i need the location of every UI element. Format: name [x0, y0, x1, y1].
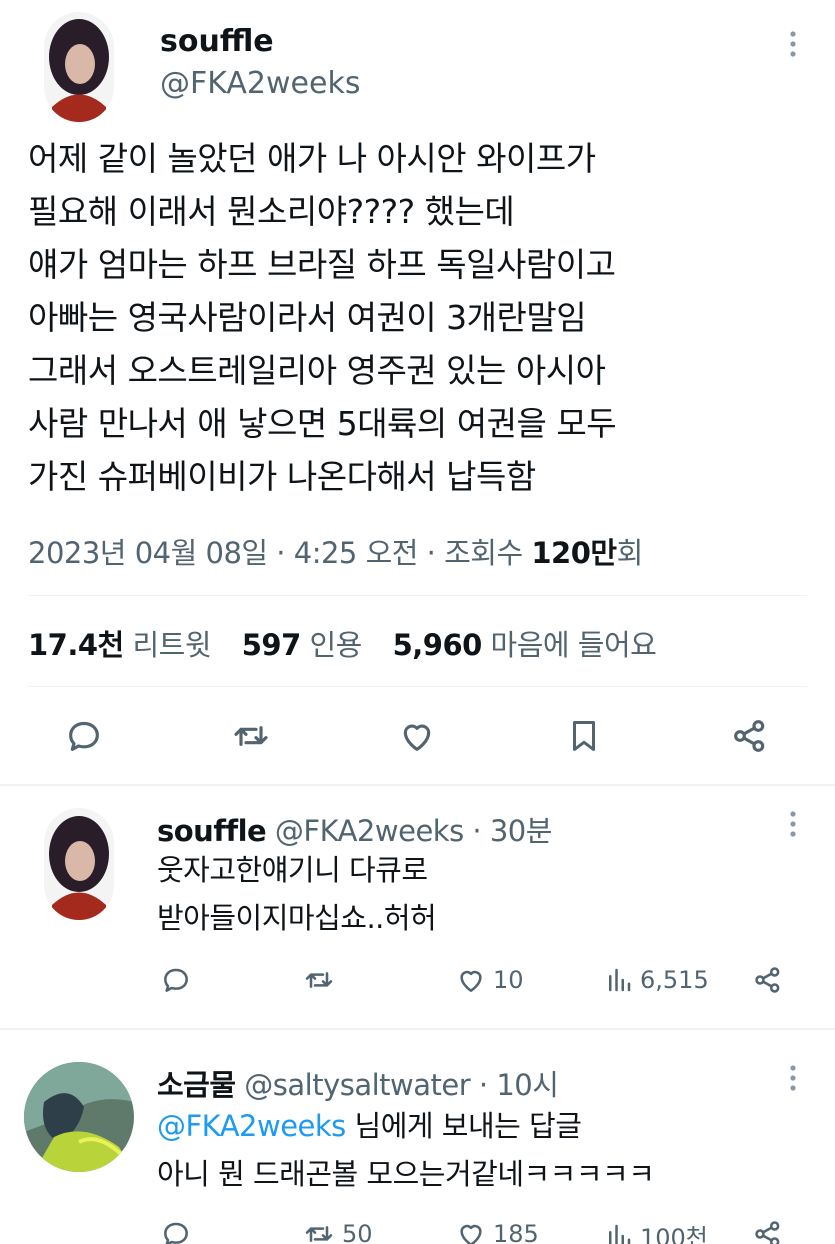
- more-icon[interactable]: [788, 30, 798, 65]
- share-icon[interactable]: [730, 716, 770, 760]
- tweet-line: 사람 만나서 애 낳으면 5대륙의 여권을 모두: [28, 404, 617, 443]
- tweet-line: 그래서 오스트레일리아 영주권 있는 아시아: [28, 351, 606, 390]
- views-icon: [604, 964, 634, 996]
- divider: [0, 784, 835, 786]
- more-icon[interactable]: [788, 810, 798, 845]
- more-icon[interactable]: [788, 1064, 798, 1099]
- author-handle[interactable]: @FKA2weeks: [160, 66, 360, 101]
- divider: [0, 1028, 835, 1030]
- like-icon: [455, 1218, 487, 1244]
- share-icon: [752, 1218, 784, 1244]
- tweet-meta: 2023년 04월 08일 · 4:25 오전 · 조회수 120만회: [28, 530, 643, 572]
- like-count: 185: [493, 1220, 539, 1244]
- share-button[interactable]: [752, 1218, 784, 1244]
- retweet-icon: [302, 1218, 336, 1244]
- like-count: 10: [493, 966, 524, 994]
- reply-line: 아니 뭔 드래곤볼 모으는거같네ㅋㅋㅋㅋㅋ: [157, 1157, 655, 1191]
- views-button[interactable]: 6,515: [604, 964, 709, 996]
- timestamp[interactable]: 2023년 04월 08일 · 4:25 오전 · 조회수: [28, 536, 531, 570]
- avatar[interactable]: [44, 808, 114, 920]
- reply-line: 웃자고한얘기니 다큐로: [157, 853, 428, 887]
- retweet-count: 50: [342, 1220, 373, 1244]
- views-count: 6,515: [640, 966, 709, 994]
- retweet-icon[interactable]: [230, 716, 272, 760]
- reply-header: 소금물 @saltysaltwater · 10시: [157, 1062, 559, 1104]
- reply-body: 웃자고한얘기니 다큐로 받아들이지마십쇼..허허: [157, 846, 437, 942]
- reply-icon[interactable]: [64, 716, 104, 760]
- reply-author-handle[interactable]: @saltysaltwater · 10시: [244, 1068, 559, 1102]
- views-count: 100천: [640, 1224, 708, 1244]
- reply-icon: [160, 1218, 192, 1244]
- reply-button[interactable]: [160, 964, 192, 996]
- reply-header: souffle @FKA2weeks · 30분: [157, 808, 552, 850]
- tweet-line: 가진 슈퍼베이비가 나온다해서 납득함: [28, 457, 536, 496]
- quote-count[interactable]: 597: [242, 628, 302, 662]
- author-name[interactable]: souffle: [160, 24, 274, 59]
- view-count: 120만: [531, 536, 617, 570]
- reply-author-handle[interactable]: @FKA2weeks · 30분: [275, 814, 553, 848]
- avatar[interactable]: [44, 12, 114, 122]
- retweet-label[interactable]: 리트윗: [132, 628, 211, 662]
- engagement-stats: 17.4천 리트윗 597 인용 5,960 마음에 들어요: [28, 622, 678, 664]
- avatar[interactable]: [24, 1062, 134, 1172]
- tweet-line: 아빠는 영국사람이라서 여권이 3개란말임: [28, 298, 587, 337]
- view-suffix: 회: [616, 536, 644, 570]
- retweet-button[interactable]: 50: [302, 1218, 373, 1244]
- share-button[interactable]: [752, 964, 784, 996]
- bookmark-icon[interactable]: [565, 716, 603, 760]
- reply-author-name[interactable]: 소금물: [157, 1068, 236, 1102]
- reply-to-line: @FKA2weeks 님에게 보내는 답글: [157, 1102, 654, 1150]
- share-icon: [752, 964, 784, 996]
- tweet-body: 어제 같이 놀았던 애가 나 아시안 와이프가 필요해 이래서 뭔소리야????…: [28, 132, 818, 503]
- like-button[interactable]: 10: [455, 964, 524, 996]
- retweet-icon: [302, 964, 336, 996]
- tweet-line: 필요해 이래서 뭔소리야???? 했는데: [28, 192, 515, 231]
- reply-button[interactable]: [160, 1218, 192, 1244]
- views-button[interactable]: 100천: [604, 1218, 708, 1244]
- mention-link[interactable]: @FKA2weeks: [157, 1109, 346, 1143]
- like-button[interactable]: 185: [455, 1218, 539, 1244]
- like-label[interactable]: 마음에 들어요: [491, 628, 657, 662]
- tweet-line: 얘가 엄마는 하프 브라질 하프 독일사람이고: [28, 245, 616, 284]
- like-icon: [455, 964, 487, 996]
- like-count[interactable]: 5,960: [393, 628, 483, 662]
- divider: [28, 595, 807, 596]
- views-icon: [604, 1220, 634, 1244]
- like-icon[interactable]: [397, 716, 437, 760]
- quote-label[interactable]: 인용: [309, 628, 362, 662]
- reply-icon: [160, 964, 192, 996]
- retweet-button[interactable]: [302, 964, 336, 996]
- retweet-count[interactable]: 17.4천: [28, 628, 124, 662]
- reply-line: 받아들이지마십쇼..허허: [157, 901, 437, 935]
- tweet-line: 어제 같이 놀았던 애가 나 아시안 와이프가: [28, 139, 596, 178]
- divider: [28, 686, 807, 687]
- reply-to-suffix: 님에게 보내는 답글: [345, 1109, 582, 1143]
- reply-author-name[interactable]: souffle: [157, 814, 267, 848]
- reply-body: @FKA2weeks 님에게 보내는 답글 아니 뭔 드래곤볼 모으는거같네ㅋㅋ…: [157, 1102, 655, 1198]
